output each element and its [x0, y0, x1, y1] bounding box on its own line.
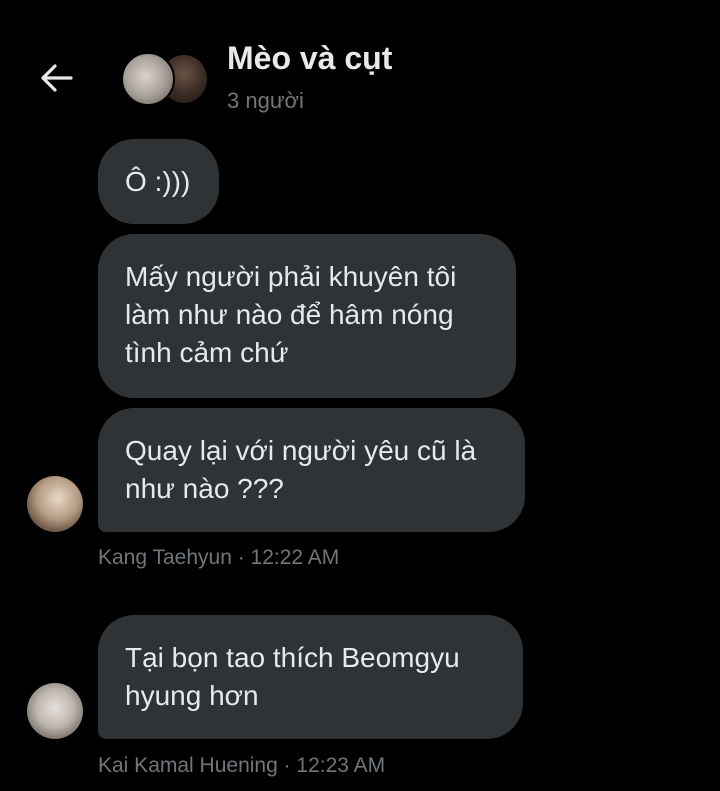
participant-count: 3 người	[227, 88, 304, 113]
message-bubble[interactable]: Ô :)))	[98, 139, 219, 224]
message-bubble[interactable]: Mấy người phải khuyên tôi làm như nào để…	[98, 234, 516, 398]
message-text: Tại bọn tao thích Beomgyu hyung hơn	[125, 642, 460, 711]
member-avatar	[121, 52, 175, 106]
arrow-left-icon	[41, 64, 73, 92]
message-text: Quay lại với người yêu cũ là như nào ???	[125, 435, 477, 504]
message-meta: Kai Kamal Huening · 12:23 AM	[98, 754, 386, 777]
back-button[interactable]	[36, 60, 76, 96]
message-meta: Kang Taehyun · 12:22 AM	[98, 546, 340, 569]
message-text: Mấy người phải khuyên tôi làm như nào để…	[125, 261, 457, 368]
group-avatar[interactable]	[121, 52, 209, 106]
sender-avatar[interactable]	[27, 476, 83, 532]
conversation-header: Mèo và cụt 3 người	[0, 0, 720, 130]
message-bubble[interactable]: Tại bọn tao thích Beomgyu hyung hơn	[98, 615, 523, 739]
message-bubble[interactable]: Quay lại với người yêu cũ là như nào ???	[98, 408, 525, 532]
message-text: Ô :)))	[125, 165, 191, 197]
conversation-title[interactable]: Mèo và cụt	[227, 40, 392, 77]
sender-avatar[interactable]	[27, 683, 83, 739]
